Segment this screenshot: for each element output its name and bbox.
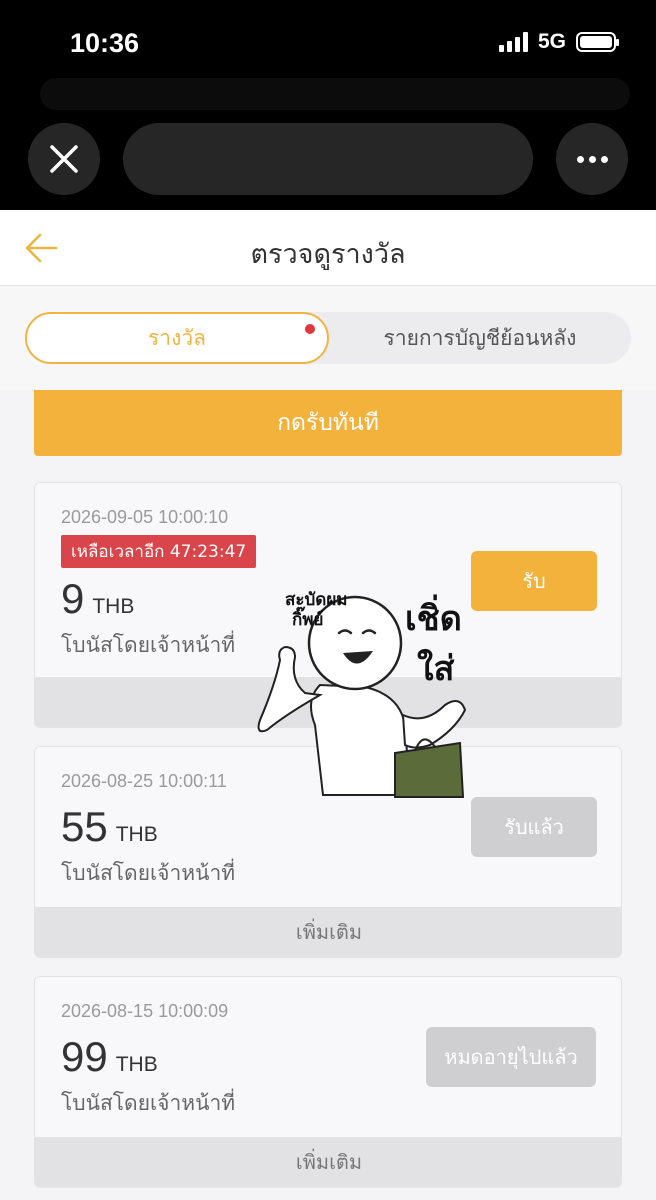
tab-bar: รางวัล รายการบัญชีย้อนหลัง — [25, 312, 631, 364]
reward-date: 2026-08-25 10:00:11 — [61, 771, 227, 791]
tab-rewards-label: รางวัล — [148, 325, 206, 350]
reward-description: โบนัสโดยเจ้าหน้าที่ — [61, 1091, 236, 1115]
currency-label: THB — [115, 1053, 158, 1076]
more-button[interactable] — [556, 123, 628, 195]
reward-date: 2026-09-05 10:00:10 — [61, 507, 229, 527]
blurred-area — [40, 78, 630, 110]
claimed-button: รับแล้ว — [471, 797, 597, 857]
status-time: 10:36 — [70, 28, 140, 58]
tab-rewards[interactable]: รางวัล — [25, 312, 329, 364]
close-icon — [50, 145, 78, 173]
battery-icon — [576, 32, 619, 52]
network-label: 5G — [537, 30, 566, 53]
notification-dot — [305, 324, 315, 334]
close-button[interactable] — [28, 123, 100, 195]
more-details-button[interactable]: เพิ่มเติม — [35, 907, 621, 957]
sticker-text-left-1: สะบัดผม — [285, 590, 348, 610]
countdown-badge: เหลือเวลาอีก 47:23:47 — [61, 535, 257, 568]
claim-all-button[interactable]: กดรับทันที — [34, 390, 622, 456]
reward-amount: 9 THB — [61, 575, 134, 623]
sticker-text-left-2: กิ๊พย์ — [292, 606, 323, 630]
more-details-button[interactable]: เพิ่มเติม — [35, 1137, 621, 1187]
sticker-text-right-2: ใส่ — [417, 648, 455, 689]
status-icons: 5G — [498, 30, 619, 54]
tab-history-label: รายการบัญชีย้อนหลัง — [383, 325, 577, 350]
reward-description: โบนัสโดยเจ้าหน้าที่ — [61, 861, 236, 885]
tab-history[interactable]: รายการบัญชีย้อนหลัง — [329, 312, 631, 364]
reward-amount: 99 THB — [61, 1033, 158, 1081]
amount-value: 9 — [61, 575, 85, 622]
tabs-area: รางวัล รายการบัญชีย้อนหลัง — [0, 286, 656, 390]
signal-icon — [498, 32, 528, 52]
reward-card: 2026-08-15 10:00:09 99 THB โบนัสโดยเจ้าหน… — [34, 976, 622, 1188]
reward-amount: 55 THB — [61, 803, 158, 851]
url-bar[interactable] — [123, 123, 533, 195]
browser-top-bar: 10:36 5G — [0, 0, 656, 210]
reward-date: 2026-08-15 10:00:09 — [61, 1001, 229, 1021]
reward-description: โบนัสโดยเจ้าหน้าที่ — [61, 633, 236, 657]
currency-label: THB — [92, 595, 135, 618]
page-title: ตรวจดูรางวัล — [250, 239, 406, 270]
currency-label: THB — [115, 823, 158, 846]
page-header: ตรวจดูรางวัล — [0, 210, 656, 286]
amount-value: 99 — [61, 1033, 108, 1080]
expired-button: หมดอายุไปแล้ว — [426, 1027, 596, 1087]
more-icon — [576, 155, 608, 163]
sticker-text-right-1: เชิ่ด — [405, 594, 462, 639]
character-sticker: สะบัดผม กิ๊พย์ เชิ่ด ใส่ — [257, 590, 467, 798]
amount-value: 55 — [61, 803, 108, 850]
